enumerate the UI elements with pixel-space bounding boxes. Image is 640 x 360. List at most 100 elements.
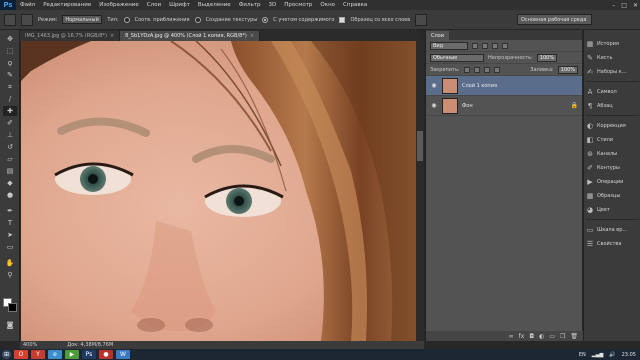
mode-select[interactable]: Нормальный: [62, 15, 103, 24]
history-brush-icon[interactable]: ↺: [3, 142, 17, 152]
quick-select-icon[interactable]: ✎: [3, 70, 17, 80]
spot-heal-icon[interactable]: ✚: [3, 106, 17, 116]
dock-channels[interactable]: ⊛ Каналы: [586, 148, 640, 159]
path-select-icon[interactable]: ➤: [3, 230, 17, 240]
brush-size-picker[interactable]: [21, 13, 33, 26]
eraser-icon[interactable]: ▱: [3, 154, 17, 164]
taskbar-app-icon[interactable]: ▶: [65, 350, 79, 359]
menu-window[interactable]: Окно: [316, 2, 339, 8]
layer-style-icon[interactable]: fx: [519, 333, 525, 340]
layer-row[interactable]: ◉ Фон 🔒: [426, 96, 582, 116]
taskbar-yandex-icon[interactable]: Y: [31, 350, 45, 359]
tab-layers[interactable]: Слои: [426, 31, 449, 40]
background-color-swatch[interactable]: [8, 303, 17, 312]
menu-3d[interactable]: 3D: [264, 2, 280, 8]
workspace-select[interactable]: Основная рабочая среда: [517, 14, 592, 25]
layer-row[interactable]: ◉ Слой 1 копия: [426, 76, 582, 96]
taskbar-opera-icon[interactable]: O: [14, 350, 28, 359]
minimize-icon[interactable]: –: [612, 2, 615, 9]
new-group-icon[interactable]: ▭: [549, 333, 555, 340]
menu-type[interactable]: Шрифт: [165, 2, 194, 8]
dock-adjustments[interactable]: ◐ Коррекция: [586, 120, 640, 131]
language-indicator[interactable]: EN: [579, 352, 586, 358]
visibility-eye-icon[interactable]: ◉: [430, 82, 438, 90]
dock-paths[interactable]: ✐ Контуры: [586, 162, 640, 173]
lasso-icon[interactable]: ϙ: [3, 58, 17, 68]
lock-transparent-icon[interactable]: [463, 66, 470, 73]
close-icon[interactable]: ✕: [633, 2, 638, 9]
taskbar-photoshop-icon[interactable]: Ps: [82, 350, 96, 359]
zoom-level[interactable]: 400%: [23, 342, 37, 348]
clone-stamp-icon[interactable]: ⊥: [3, 130, 17, 140]
volume-icon[interactable]: 🔊: [609, 352, 615, 358]
doc-tab-active[interactable]: 8_Sb1YDzA.jpg @ 400% (Слой 1 копия, RGB/…: [120, 31, 260, 41]
type-tool-icon[interactable]: T: [3, 218, 17, 228]
link-layers-icon[interactable]: ∞: [509, 333, 514, 340]
document-canvas[interactable]: [21, 41, 416, 341]
dock-brush[interactable]: ✎ Кисть: [586, 52, 640, 63]
dock-actions[interactable]: ▶ Операции: [586, 176, 640, 187]
gradient-icon[interactable]: ▤: [3, 166, 17, 176]
menu-filter[interactable]: Фильтр: [235, 2, 265, 8]
new-layer-icon[interactable]: ❐: [560, 333, 565, 340]
type-radio-content-aware[interactable]: [262, 16, 269, 23]
dock-swatches[interactable]: ▦ Образцы: [586, 190, 640, 201]
blur-icon[interactable]: ◆: [3, 178, 17, 188]
delete-layer-icon[interactable]: 🗑: [570, 333, 578, 340]
type-radio-proximity[interactable]: [123, 16, 130, 23]
pressure-size-icon[interactable]: [415, 13, 428, 26]
pen-icon[interactable]: ✒: [3, 206, 17, 216]
filter-shape-icon[interactable]: [502, 42, 508, 49]
scrollbar-thumb[interactable]: [417, 131, 423, 161]
taskbar-player-icon[interactable]: ●: [99, 350, 113, 359]
lock-position-icon[interactable]: [483, 66, 490, 73]
canvas-vertical-scrollbar[interactable]: [416, 41, 424, 341]
shape-icon[interactable]: ▭: [3, 242, 17, 252]
opacity-field[interactable]: 100%: [536, 53, 558, 62]
network-icon[interactable]: ▂▄▆: [592, 352, 604, 358]
dock-timeline[interactable]: ▭ Шкала вр...: [586, 224, 640, 235]
menu-edit[interactable]: Редактирование: [39, 2, 95, 8]
filter-adjust-icon[interactable]: [482, 42, 488, 49]
crop-icon[interactable]: ⌗: [3, 82, 17, 92]
visibility-eye-icon[interactable]: ◉: [430, 102, 438, 110]
dock-paragraph[interactable]: ¶ Абзац: [586, 100, 640, 111]
taskbar-explorer-icon[interactable]: e: [48, 350, 62, 359]
type-radio-texture[interactable]: [194, 16, 201, 23]
eyedropper-icon[interactable]: ∕: [3, 94, 17, 104]
doc-tab-img1463[interactable]: IMG_1463.jpg @ 16,7% (RGB/8*) ×: [20, 31, 121, 41]
dock-properties[interactable]: ☰ Свойства: [586, 238, 640, 249]
dock-styles[interactable]: ◧ Стили: [586, 134, 640, 145]
add-mask-icon[interactable]: ◘: [529, 333, 534, 340]
fill-field[interactable]: 100%: [557, 65, 578, 74]
lock-image-icon[interactable]: [473, 66, 480, 73]
dock-history[interactable]: ▦ История: [586, 38, 640, 49]
filter-pixel-icon[interactable]: [472, 42, 478, 49]
dock-brush-presets[interactable]: ✍ Наборы к...: [586, 66, 640, 77]
adjustment-layer-icon[interactable]: ◐: [539, 333, 544, 340]
layer-filter-select[interactable]: Вид: [430, 41, 468, 50]
brush-icon[interactable]: ✐: [3, 118, 17, 128]
tool-preset-picker[interactable]: [4, 13, 16, 26]
quick-mask-icon[interactable]: ◙: [3, 320, 17, 330]
dock-character[interactable]: A Символ: [586, 86, 640, 97]
menu-layers[interactable]: Слои: [143, 2, 165, 8]
dodge-icon[interactable]: ●: [3, 190, 17, 200]
hand-icon[interactable]: ✋: [3, 258, 17, 268]
sample-all-checkbox[interactable]: [339, 16, 346, 23]
move-icon[interactable]: ✥: [3, 34, 17, 44]
clock[interactable]: 23:05: [622, 352, 636, 358]
close-tab-icon[interactable]: ×: [110, 33, 114, 39]
filter-type-icon[interactable]: [492, 42, 498, 49]
close-tab-icon[interactable]: ×: [250, 33, 254, 39]
lock-all-icon[interactable]: [493, 66, 500, 73]
menu-select[interactable]: Выделение: [194, 2, 235, 8]
menu-file[interactable]: Файл: [16, 2, 39, 8]
marquee-icon[interactable]: ⬚: [3, 46, 17, 56]
dock-color[interactable]: ◕ Цвет: [586, 204, 640, 215]
menu-help[interactable]: Справка: [339, 2, 371, 8]
start-button[interactable]: ⊞: [2, 350, 11, 359]
zoom-icon[interactable]: ⚲: [3, 270, 17, 280]
blend-mode-select[interactable]: Обычные: [430, 53, 484, 62]
taskbar-word-icon[interactable]: W: [116, 350, 130, 359]
